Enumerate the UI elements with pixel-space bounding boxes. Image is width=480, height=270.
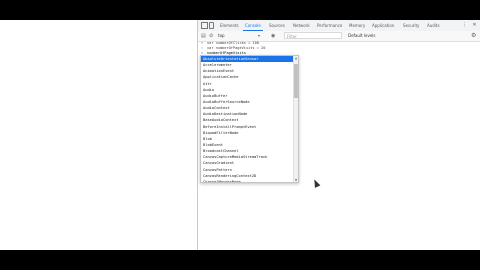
tab-sources[interactable]: Sources [267,21,287,30]
close-icon[interactable]: ✕ [471,21,478,30]
autocomplete-dropdown[interactable]: AbsoluteOrientationSensor Accelerometer An… [200,55,299,183]
scrollbar-thumb[interactable] [294,64,298,98]
gear-icon[interactable]: ⚙ [471,32,476,40]
tab-elements[interactable]: Elements [218,21,241,30]
autocomplete-list: AbsoluteOrientationSensor Accelerometer An… [201,56,298,182]
scroll-up-icon[interactable]: ▲ [294,56,298,60]
eye-icon[interactable]: ◉ [271,33,275,39]
filter-input[interactable]: Filter [284,32,342,39]
console-sidebar-icon[interactable]: ▤ [201,33,206,39]
clear-console-icon[interactable]: ⊘ [209,33,213,39]
tab-network[interactable]: Network [291,21,312,30]
log-levels-dropdown[interactable]: Default levels [348,32,375,40]
console-line-text: var numberOfClicks = 100 [207,41,259,45]
letterbox-top [0,0,480,20]
autocomplete-item[interactable]: ChannelMergerNode [201,179,298,182]
scroll-down-icon[interactable]: ▼ [294,178,298,182]
letterbox-bottom [0,250,480,270]
tab-audits[interactable]: Audits [425,21,442,30]
console-output: > var numberOfClicks = 100 < var numberO… [198,41,480,56]
chevron-down-icon: ▾ [258,33,261,38]
autocomplete-scrollbar[interactable]: ▲ ▼ [293,56,298,182]
tab-memory[interactable]: Memory [347,21,367,30]
inspect-element-icon[interactable] [201,22,208,29]
more-options-icon[interactable]: ⋮ [461,21,468,30]
tab-security[interactable]: Security [401,21,421,30]
context-selector[interactable]: top [218,32,262,40]
device-toolbar-icon[interactable] [209,22,214,29]
tab-performance[interactable]: Performance [315,21,344,30]
tab-application[interactable]: Application [370,21,396,30]
tab-console[interactable]: Console [243,21,263,31]
console-line-text: var numberOfPageVisits = 20 [207,46,266,50]
